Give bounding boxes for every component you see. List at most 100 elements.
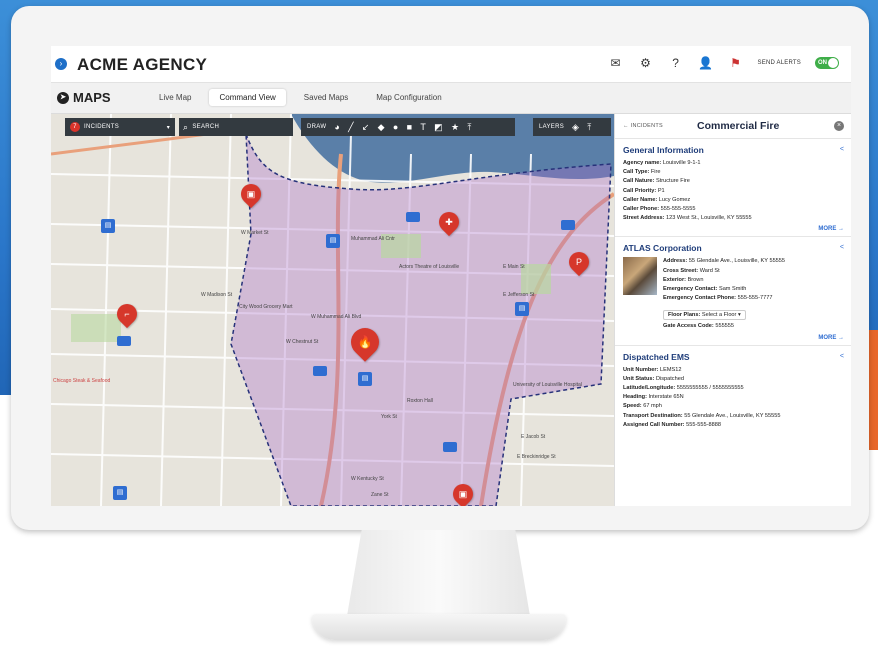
user-icon[interactable]: 👤 — [698, 55, 714, 71]
gun-icon: ⌐ — [124, 309, 130, 319]
info-row: Address: 55 Glendale Ave., Louisville, K… — [663, 258, 786, 265]
street-label: E Breckinridge St — [517, 454, 556, 460]
tab-saved-maps[interactable]: Saved Maps — [294, 89, 358, 106]
info-row: Caller Name: Lucy Gomez — [623, 196, 691, 203]
incidents-label: INCIDENTS — [84, 124, 120, 130]
upload-icon[interactable]: ⤒ — [467, 122, 471, 133]
inbox-icon[interactable]: ✉ — [608, 55, 624, 71]
info-row: Caller Phone: 555-555-5555 — [623, 206, 696, 213]
app-header: › ACME AGENCY ✉ ⚙ ? 👤 ⚑ SEND ALERTS ON — [51, 46, 851, 83]
parking-icon: P — [575, 257, 582, 267]
info-row: Call Nature: Structure Fire — [623, 178, 690, 185]
layers-toolbar: LAYERS ◈ ⤒ — [533, 118, 611, 136]
monitor-stand — [347, 530, 530, 616]
vehicle-icon[interactable] — [561, 220, 575, 230]
street-label: E Jacob St — [521, 434, 546, 440]
incidents-dropdown[interactable]: 7 INCIDENTS ▾ — [65, 118, 175, 136]
note-icon[interactable]: ◩ — [434, 122, 443, 133]
maps-title-text: MAPS — [73, 90, 111, 105]
street-label: City Wood Grocery Mart — [239, 304, 293, 310]
incident-panel: ← INCIDENTS Commercial Fire × General In… — [614, 114, 851, 506]
info-row: Emergency Contact Phone: 555-555-7777 — [663, 295, 773, 302]
truck-icon: ▣ — [458, 489, 468, 499]
floor-plan-select[interactable]: Floor Plans: Select a Floor ▾ — [663, 310, 746, 321]
back-label: INCIDENTS — [630, 123, 663, 129]
street-label: Actors Theatre of Louisville — [399, 264, 460, 270]
marker-icon[interactable]: ◆ — [378, 122, 385, 133]
send-alerts-toggle[interactable]: ON — [815, 57, 839, 69]
incident-pin[interactable]: ▣ — [448, 479, 478, 506]
atlas-corporation-section: ATLAS Corporation < Address: 55 Glendale… — [615, 237, 851, 346]
incidents-count-badge: 7 — [70, 122, 80, 132]
arrow-icon[interactable]: ↙ — [362, 122, 370, 133]
maps-nav: ➤ MAPS Live Map Command View Saved Maps … — [51, 83, 851, 114]
tab-command-view[interactable]: Command View — [209, 89, 286, 106]
info-row: Transport Destination: 55 Glendale Ave.,… — [623, 412, 781, 419]
incident-pin[interactable]: ⌐ — [112, 299, 142, 329]
circle-icon[interactable]: ● — [393, 122, 399, 132]
section-title: General Information — [623, 145, 704, 155]
draw-toolbar: DRAW ◕ ╱ ↙ ◆ ● ■ T ◩ ★ ⤒ — [301, 118, 515, 136]
screen: › ACME AGENCY ✉ ⚙ ? 👤 ⚑ SEND ALERTS ON ➤… — [51, 46, 851, 506]
logo-icon: › — [55, 58, 67, 70]
panel-title: Commercial Fire — [697, 120, 780, 132]
search-placeholder: SEARCH — [192, 124, 220, 130]
share-icon[interactable]: < — [840, 353, 844, 360]
close-icon[interactable]: × — [834, 121, 844, 131]
map-view[interactable]: 7 INCIDENTS ▾ ⌕ SEARCH DRAW ◕ ╱ ↙ ◆ ● ■ … — [51, 114, 614, 506]
search-box[interactable]: ⌕ SEARCH — [179, 118, 293, 136]
monitor-base — [312, 614, 566, 640]
section-title: ATLAS Corporation — [623, 243, 702, 254]
vehicle-icon[interactable] — [117, 336, 131, 346]
gear-icon[interactable]: ⚙ — [638, 55, 654, 71]
info-row: Cross Street: Ward St — [663, 267, 720, 274]
info-row: Exterior: Brown — [663, 276, 704, 283]
incident-pin[interactable]: P — [564, 247, 594, 277]
street-label: Chicago Steak & Seafood — [53, 378, 111, 384]
layers-icon[interactable]: ◈ — [572, 122, 579, 133]
street-label: W Kentucky St — [351, 476, 384, 482]
back-to-incidents-link[interactable]: ← INCIDENTS — [623, 123, 663, 129]
building-icon[interactable]: ▤ — [113, 486, 127, 500]
compass-icon: ➤ — [57, 91, 69, 104]
info-row: Unit Number: LEMS12 — [623, 366, 682, 373]
text-icon[interactable]: T — [420, 122, 426, 132]
tab-map-configuration[interactable]: Map Configuration — [366, 89, 451, 106]
panel-header: ← INCIDENTS Commercial Fire × — [615, 114, 851, 139]
building-icon[interactable]: ▤ — [101, 219, 115, 233]
fire-icon: 🔥 — [357, 335, 373, 349]
street-label: W Chestnut St — [286, 339, 319, 345]
street-label: E Main St — [503, 264, 525, 270]
monitor-frame: › ACME AGENCY ✉ ⚙ ? 👤 ⚑ SEND ALERTS ON ➤… — [11, 6, 869, 530]
square-icon[interactable]: ■ — [407, 122, 413, 132]
app-title: ACME AGENCY — [77, 55, 208, 74]
vehicle-icon[interactable] — [406, 212, 420, 222]
info-row: Call Priority: P1 — [623, 187, 665, 194]
incident-pin[interactable]: ▣ — [236, 179, 266, 209]
tabs: Live Map Command View Saved Maps Map Con… — [149, 89, 452, 106]
building-icon[interactable]: ▤ — [326, 234, 340, 248]
more-link[interactable]: MORE → — [623, 226, 844, 232]
palette-icon[interactable]: ◕ — [334, 122, 340, 132]
vehicle-icon[interactable] — [313, 366, 327, 376]
incident-pin[interactable]: ✚ — [434, 207, 464, 237]
building-icon[interactable]: ▤ — [358, 372, 372, 386]
street-label: W Muhammad Ali Blvd — [311, 314, 362, 320]
help-icon[interactable]: ? — [668, 55, 684, 71]
tab-live-map[interactable]: Live Map — [149, 89, 201, 106]
info-row: Emergency Contact: Sam Smith — [663, 286, 747, 293]
share-icon[interactable]: < — [840, 146, 844, 153]
share-icon[interactable]: < — [840, 244, 844, 251]
star-icon[interactable]: ★ — [451, 122, 459, 133]
building-icon[interactable]: ▤ — [515, 302, 529, 316]
vehicle-icon[interactable] — [443, 442, 457, 452]
collapse-icon[interactable]: ⤒ — [587, 122, 591, 133]
more-link[interactable]: MORE → — [623, 335, 844, 341]
section-title: Dispatched EMS — [623, 351, 690, 362]
fire-incident-pin[interactable]: 🔥 — [345, 322, 385, 362]
truck-icon: ▣ — [246, 189, 256, 199]
pencil-icon[interactable]: ╱ — [348, 122, 354, 133]
layers-label: LAYERS — [539, 124, 565, 130]
street-label: E Jefferson St — [503, 292, 535, 298]
flag-icon[interactable]: ⚑ — [728, 55, 744, 71]
